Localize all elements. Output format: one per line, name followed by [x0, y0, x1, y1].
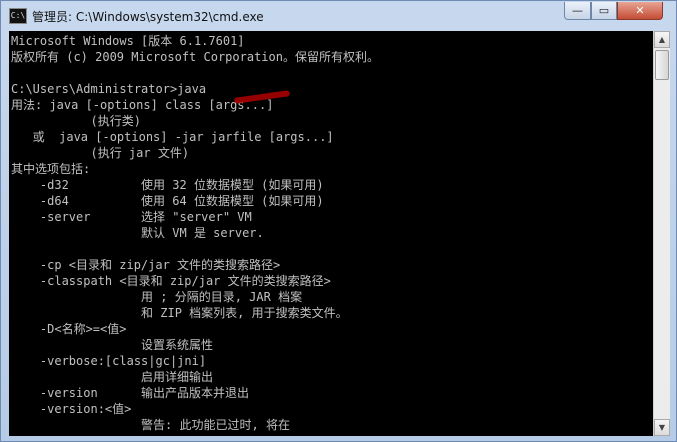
console-line: -d64 使用 64 位数据模型 (如果可用): [11, 194, 324, 208]
console-line: -version 输出产品版本并退出: [11, 386, 250, 400]
console-line: -d32 使用 32 位数据模型 (如果可用): [11, 178, 324, 192]
console-line: 或 java [-options] -jar jarfile [args...]: [11, 130, 334, 144]
console-line: 警告: 此功能已过时, 将在: [11, 418, 290, 432]
console-line: 版权所有 (c) 2009 Microsoft Corporation。保留所有…: [11, 50, 379, 64]
console-line: -version:<值>: [11, 402, 132, 416]
close-button[interactable]: ✕: [617, 2, 663, 20]
console-line: 用 ; 分隔的目录, JAR 档案: [11, 290, 303, 304]
console-line: -verbose:[class|gc|jni]: [11, 354, 207, 368]
vertical-scrollbar[interactable]: ▲ ▼: [653, 31, 670, 436]
console-line: C:\Users\Administrator>java: [11, 82, 207, 96]
minimize-button[interactable]: —: [564, 2, 591, 20]
cmd-window: C:\ 管理员: C:\Windows\system32\cmd.exe — ▭…: [0, 0, 677, 442]
scroll-up-button[interactable]: ▲: [654, 31, 670, 48]
title-bar[interactable]: C:\ 管理员: C:\Windows\system32\cmd.exe — ▭…: [1, 1, 676, 31]
console-line: -cp <目录和 zip/jar 文件的类搜索路径>: [11, 258, 281, 272]
console-line: 其中选项包括:: [11, 162, 91, 176]
console-line: -classpath <目录和 zip/jar 文件的类搜索路径>: [11, 274, 331, 288]
maximize-button[interactable]: ▭: [591, 2, 617, 20]
console-line: 启用详细输出: [11, 370, 214, 384]
console-line: (执行类): [11, 114, 141, 128]
scroll-down-button[interactable]: ▼: [654, 419, 670, 436]
console-line: 设置系统属性: [11, 338, 214, 352]
console-output[interactable]: Microsoft Windows [版本 6.1.7601] 版权所有 (c)…: [9, 31, 653, 436]
console-line: 默认 VM 是 server.: [11, 226, 264, 240]
console-line: -D<名称>=<值>: [11, 322, 127, 336]
scroll-thumb[interactable]: [655, 50, 669, 80]
console-line: (执行 jar 文件): [11, 146, 190, 160]
console-line: Microsoft Windows [版本 6.1.7601]: [11, 34, 245, 48]
cmd-app-icon[interactable]: C:\: [9, 8, 27, 24]
window-title: 管理员: C:\Windows\system32\cmd.exe: [32, 10, 264, 24]
console-line: 和 ZIP 档案列表, 用于搜索类文件。: [11, 306, 348, 320]
console-line: -server 选择 "server" VM: [11, 210, 252, 224]
